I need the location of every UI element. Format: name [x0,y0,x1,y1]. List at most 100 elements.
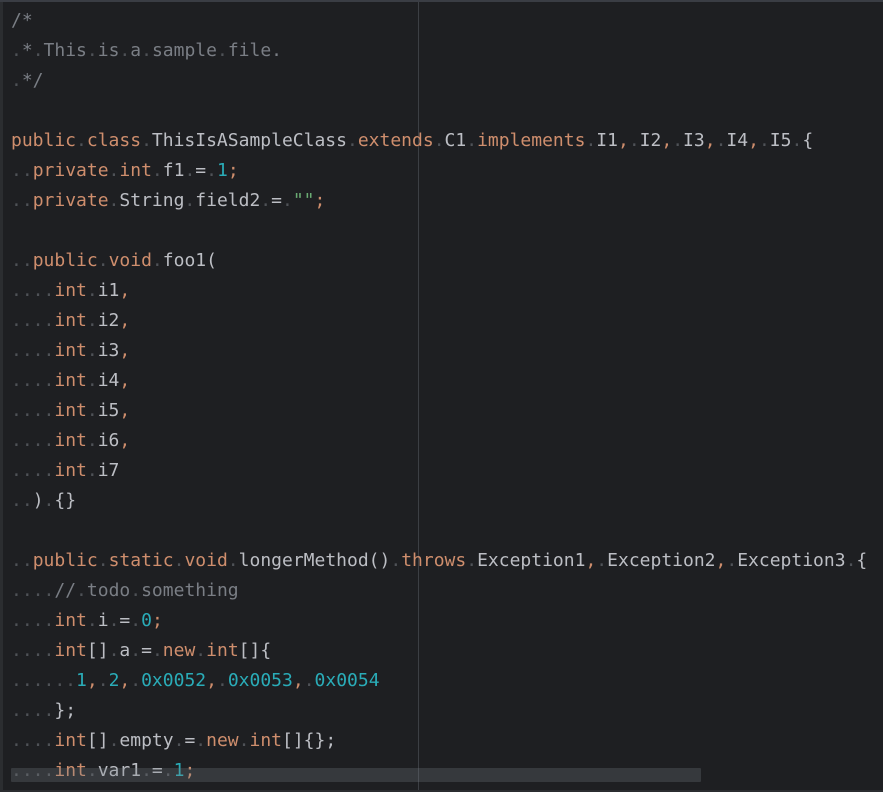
code-line[interactable]: ......1,.2,.0x0052,.0x0053,.0x0054 [11,666,867,696]
whitespace-marker: . [141,40,152,61]
whitespace-marker: . [108,640,120,661]
punctuation-token: ; [151,610,163,631]
code-editor-window: /* .*.This.is.a.sample.file. .*/ public.cl… [0,0,883,792]
whitespace-marker: . [585,130,597,151]
whitespace-marker: . [86,340,98,361]
whitespace-marker: . [195,640,207,661]
keyword-token: extends [357,130,434,151]
identifier-token: longerMethod() [238,550,391,571]
code-line[interactable]: ....//.todo.something [11,576,867,606]
identifier-token: i5 [97,400,120,421]
code-line[interactable]: ..public.void.foo1( [11,246,867,276]
identifier-token: C1 [444,130,467,151]
whitespace-marker: . [726,550,738,571]
punctuation-token: , [748,130,759,151]
punctuation-token: , [119,400,131,421]
punctuation-token: ; [314,190,326,211]
punctuation-token: , [119,670,131,691]
keyword-token: class [86,130,142,151]
code-line[interactable]: .*.This.is.a.sample.file. [11,36,867,66]
whitespace-marker: . [227,550,239,571]
punctuation-token: , [119,310,131,331]
code-line[interactable]: /* [11,6,867,36]
whitespace-marker: . [303,670,315,691]
keyword-token: private [32,190,109,211]
code-line[interactable]: ..private.int.f1.=.1; [11,156,867,186]
keyword-token: static [108,550,174,571]
whitespace-marker: . [76,130,87,151]
code-line[interactable]: ....int.i1, [11,276,867,306]
whitespace-marker: .... [11,610,55,631]
whitespace-marker: .. [11,490,33,511]
punctuation-token: , [206,670,217,691]
keyword-token: int [54,310,87,331]
keyword-token: public [32,250,98,271]
code-line[interactable]: ....int[].empty.=.new.int[]{}; [11,726,867,756]
code-editor[interactable]: /* .*.This.is.a.sample.file. .*/ public.cl… [0,2,883,792]
code-line[interactable]: ....int.i4, [11,366,867,396]
whitespace-marker: .. [11,250,33,271]
whitespace-marker: . [628,130,640,151]
whitespace-marker: . [86,460,98,481]
horizontal-scrollbar[interactable] [11,768,701,782]
identifier-token: Exception2 [607,550,716,571]
code-lines[interactable]: /* .*.This.is.a.sample.file. .*/ public.cl… [11,6,867,786]
punctuation-token: [] [86,640,109,661]
identifier-token: String [119,190,185,211]
code-line[interactable]: ....int[].a.=.new.int[]{ [11,636,867,666]
punctuation-token: {} [54,490,77,511]
code-line[interactable]: ....int.i3, [11,336,867,366]
punctuation-token: ) [32,490,44,511]
punctuation-token: []{ [238,640,272,661]
code-line[interactable]: ....int.i7 [11,456,867,486]
whitespace-marker: . [86,280,98,301]
punctuation-token: , [585,550,597,571]
code-line[interactable]: ....int.i5, [11,396,867,426]
whitespace-marker: . [108,610,120,631]
keyword-token: public [11,130,77,151]
punctuation-token: , [292,670,304,691]
whitespace-marker: . [76,580,87,601]
number-literal: 0x0054 [314,670,380,691]
whitespace-marker: . [97,670,109,691]
whitespace-marker: . [672,130,684,151]
code-line[interactable] [11,96,867,126]
code-line[interactable] [11,516,867,546]
code-line[interactable]: ....int.i2, [11,306,867,336]
whitespace-marker: . [791,130,803,151]
punctuation-token: = [195,160,207,181]
whitespace-marker: . [86,430,98,451]
code-line[interactable]: ..).{} [11,486,867,516]
code-line[interactable]: public.class.ThisIsASampleClass.extends.… [11,126,867,156]
code-line[interactable]: ....}; [11,696,867,726]
whitespace-marker: . [119,40,131,61]
whitespace-marker: . [466,550,478,571]
identifier-token: I5 [769,130,792,151]
identifier-token: field2 [195,190,261,211]
comment-token: * [21,40,33,61]
code-line[interactable]: .*/ [11,66,867,96]
punctuation-token: , [119,280,131,301]
code-line[interactable]: ..public.static.void.longerMethod().thro… [11,546,867,576]
whitespace-marker: ...... [11,670,77,691]
punctuation-token: , [119,340,131,361]
whitespace-marker: . [390,550,402,571]
number-literal: 2 [108,670,120,691]
whitespace-marker: .... [11,430,55,451]
code-line[interactable]: ....int.i.=.0; [11,606,867,636]
code-line[interactable]: ..private.String.field2.=.""; [11,186,867,216]
whitespace-marker: . [86,370,98,391]
identifier-token: ThisIsASampleClass [151,130,347,151]
code-line[interactable]: ....int.i6, [11,426,867,456]
whitespace-marker: . [86,610,98,631]
whitespace-marker: . [151,250,163,271]
whitespace-marker: . [346,130,358,151]
whitespace-marker: .... [11,700,55,721]
whitespace-marker: . [173,730,185,751]
comment-token: */ [21,70,44,91]
whitespace-marker: . [184,160,196,181]
code-line[interactable] [11,216,867,246]
keyword-token: int [119,160,152,181]
whitespace-marker: . [86,310,98,331]
keyword-token: int [54,370,87,391]
